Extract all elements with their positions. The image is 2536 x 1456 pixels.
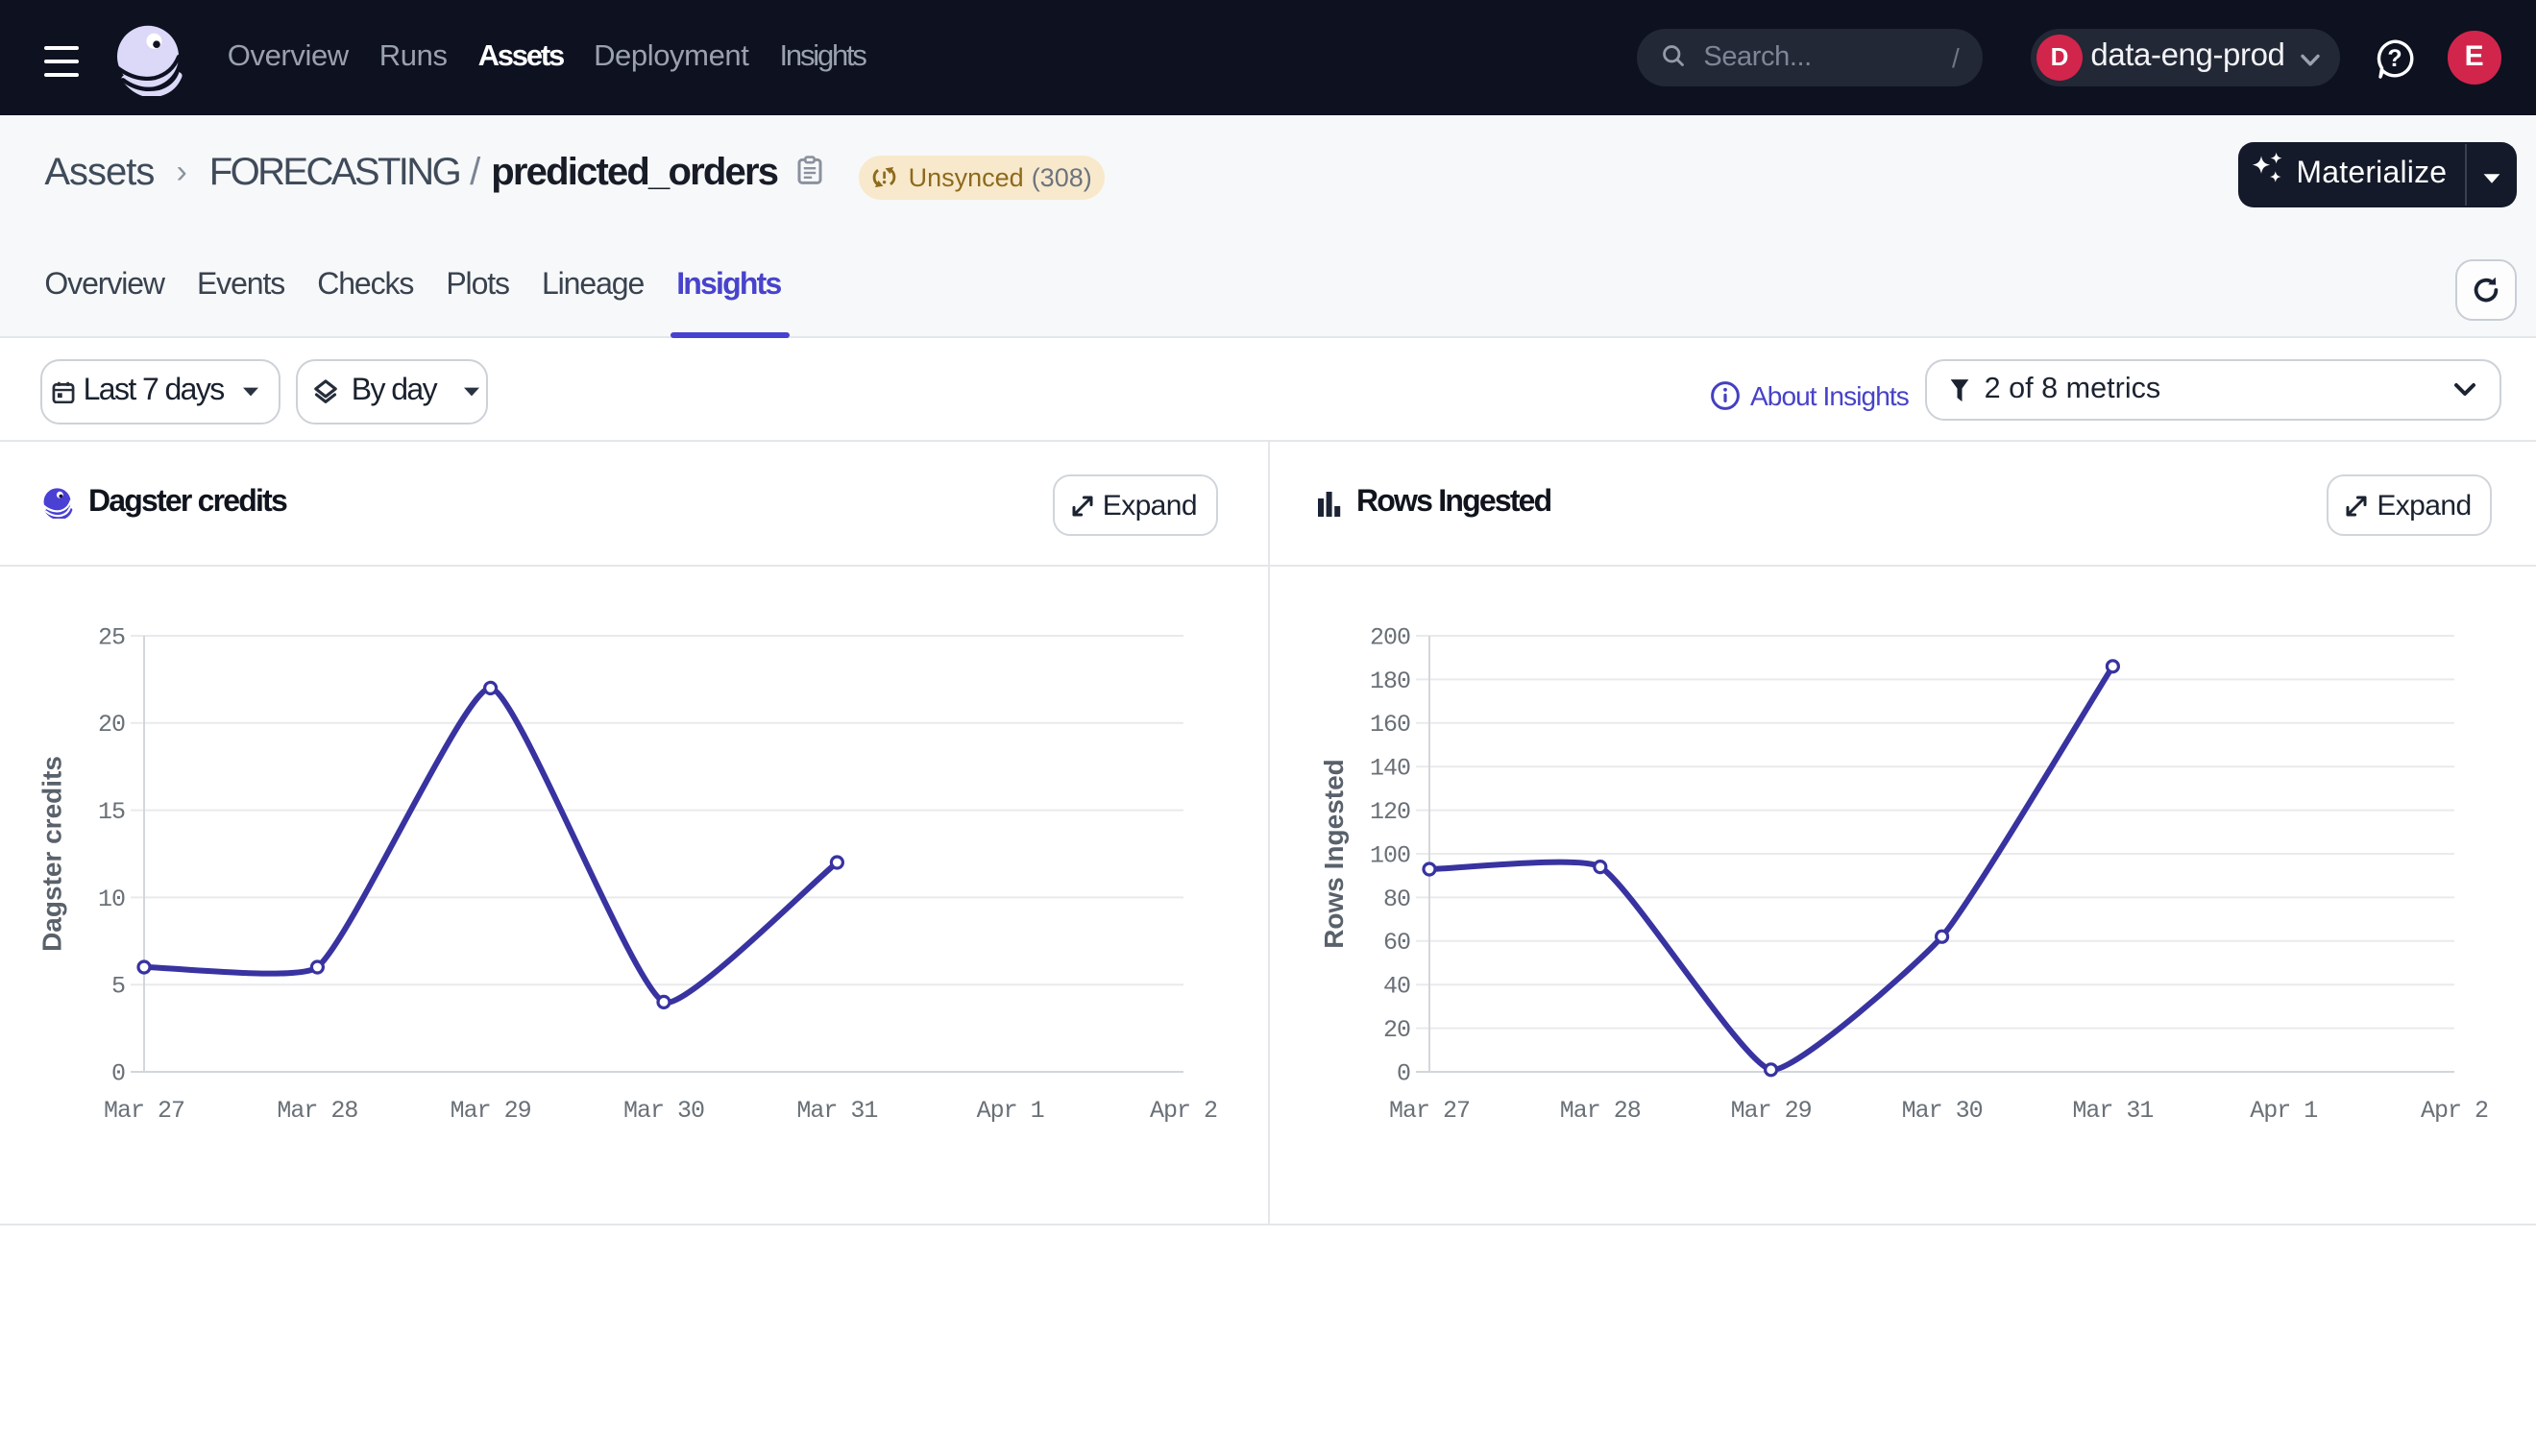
svg-text:Rows Ingested: Rows Ingested [1319, 759, 1349, 949]
svg-text:Apr 1: Apr 1 [977, 1097, 1044, 1125]
svg-text:10: 10 [98, 886, 125, 913]
svg-text:Apr 2: Apr 2 [1150, 1097, 1217, 1125]
svg-text:60: 60 [1383, 929, 1410, 957]
svg-text:180: 180 [1370, 667, 1410, 695]
svg-text:Mar 27: Mar 27 [104, 1097, 184, 1125]
svg-text:Mar 31: Mar 31 [796, 1097, 877, 1125]
svg-text:Mar 28: Mar 28 [1560, 1097, 1641, 1125]
svg-text:120: 120 [1370, 798, 1410, 826]
svg-text:Mar 28: Mar 28 [277, 1097, 357, 1125]
svg-text:Mar 31: Mar 31 [2072, 1097, 2153, 1125]
svg-text:15: 15 [98, 798, 125, 826]
svg-text:Apr 2: Apr 2 [2421, 1097, 2488, 1125]
svg-text:?: ? [2387, 44, 2402, 71]
svg-text:Apr 1: Apr 1 [2250, 1097, 2317, 1125]
svg-text:20: 20 [1383, 1016, 1410, 1044]
svg-text:Dagster credits: Dagster credits [37, 756, 66, 952]
svg-text:140: 140 [1370, 755, 1410, 783]
svg-text:25: 25 [98, 623, 125, 651]
svg-text:5: 5 [111, 973, 125, 1001]
svg-text:0: 0 [1397, 1059, 1410, 1087]
svg-text:100: 100 [1370, 841, 1410, 869]
svg-text:Mar 30: Mar 30 [1902, 1097, 1983, 1125]
svg-text:200: 200 [1370, 623, 1410, 651]
svg-text:20: 20 [98, 711, 125, 739]
svg-text:80: 80 [1383, 886, 1410, 913]
svg-text:Mar 29: Mar 29 [451, 1097, 531, 1125]
svg-text:Mar 30: Mar 30 [623, 1097, 704, 1125]
svg-text:Mar 27: Mar 27 [1389, 1097, 1470, 1125]
svg-text:Mar 29: Mar 29 [1731, 1097, 1812, 1125]
svg-text:40: 40 [1383, 973, 1410, 1001]
svg-text:0: 0 [111, 1059, 125, 1087]
svg-text:160: 160 [1370, 711, 1410, 739]
